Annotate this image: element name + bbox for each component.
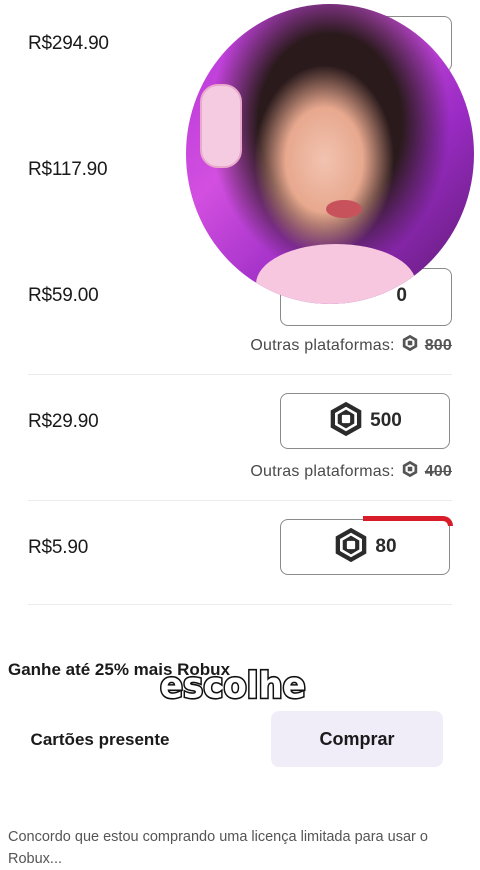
webcam-overlay xyxy=(186,4,474,304)
robux-amount: 500 xyxy=(370,410,402,431)
video-caption: escolhe xyxy=(159,663,308,708)
package-button-5[interactable]: 80 xyxy=(280,519,450,575)
gift-cards-button[interactable]: Cartões presente xyxy=(30,710,170,770)
other-platforms-3: Outras plataformas: 800 xyxy=(250,334,452,357)
robux-icon xyxy=(333,527,369,568)
other-platforms-label: Outras plataformas: xyxy=(250,462,395,480)
package-price-4: R$29.90 xyxy=(28,411,99,432)
robux-icon xyxy=(401,334,419,357)
terms-text: Concordo que estou comprando uma licença… xyxy=(8,829,428,867)
package-button-4[interactable]: 500 xyxy=(280,393,450,449)
package-price-3: R$59.00 xyxy=(28,285,99,306)
robux-icon xyxy=(401,460,419,483)
divider xyxy=(28,500,452,501)
divider xyxy=(28,374,452,375)
shirt-shape xyxy=(256,244,416,304)
divider xyxy=(28,604,452,605)
other-platforms-old-amount: 800 xyxy=(424,336,452,354)
other-platforms-label: Outras plataformas: xyxy=(250,336,395,354)
other-platforms-4: Outras plataformas: 400 xyxy=(250,460,452,483)
package-price-5: R$5.90 xyxy=(28,537,89,558)
package-price-1: R$294.90 xyxy=(28,33,109,54)
highlight-bar xyxy=(363,516,453,526)
buy-button[interactable]: Comprar xyxy=(271,711,443,767)
robux-amount: 80 xyxy=(375,536,397,557)
robux-icon xyxy=(328,401,364,442)
other-platforms-old-amount: 400 xyxy=(424,462,452,480)
headphone-shape xyxy=(200,84,242,168)
package-price-2: R$117.90 xyxy=(28,159,108,180)
lips-shape xyxy=(326,200,362,218)
